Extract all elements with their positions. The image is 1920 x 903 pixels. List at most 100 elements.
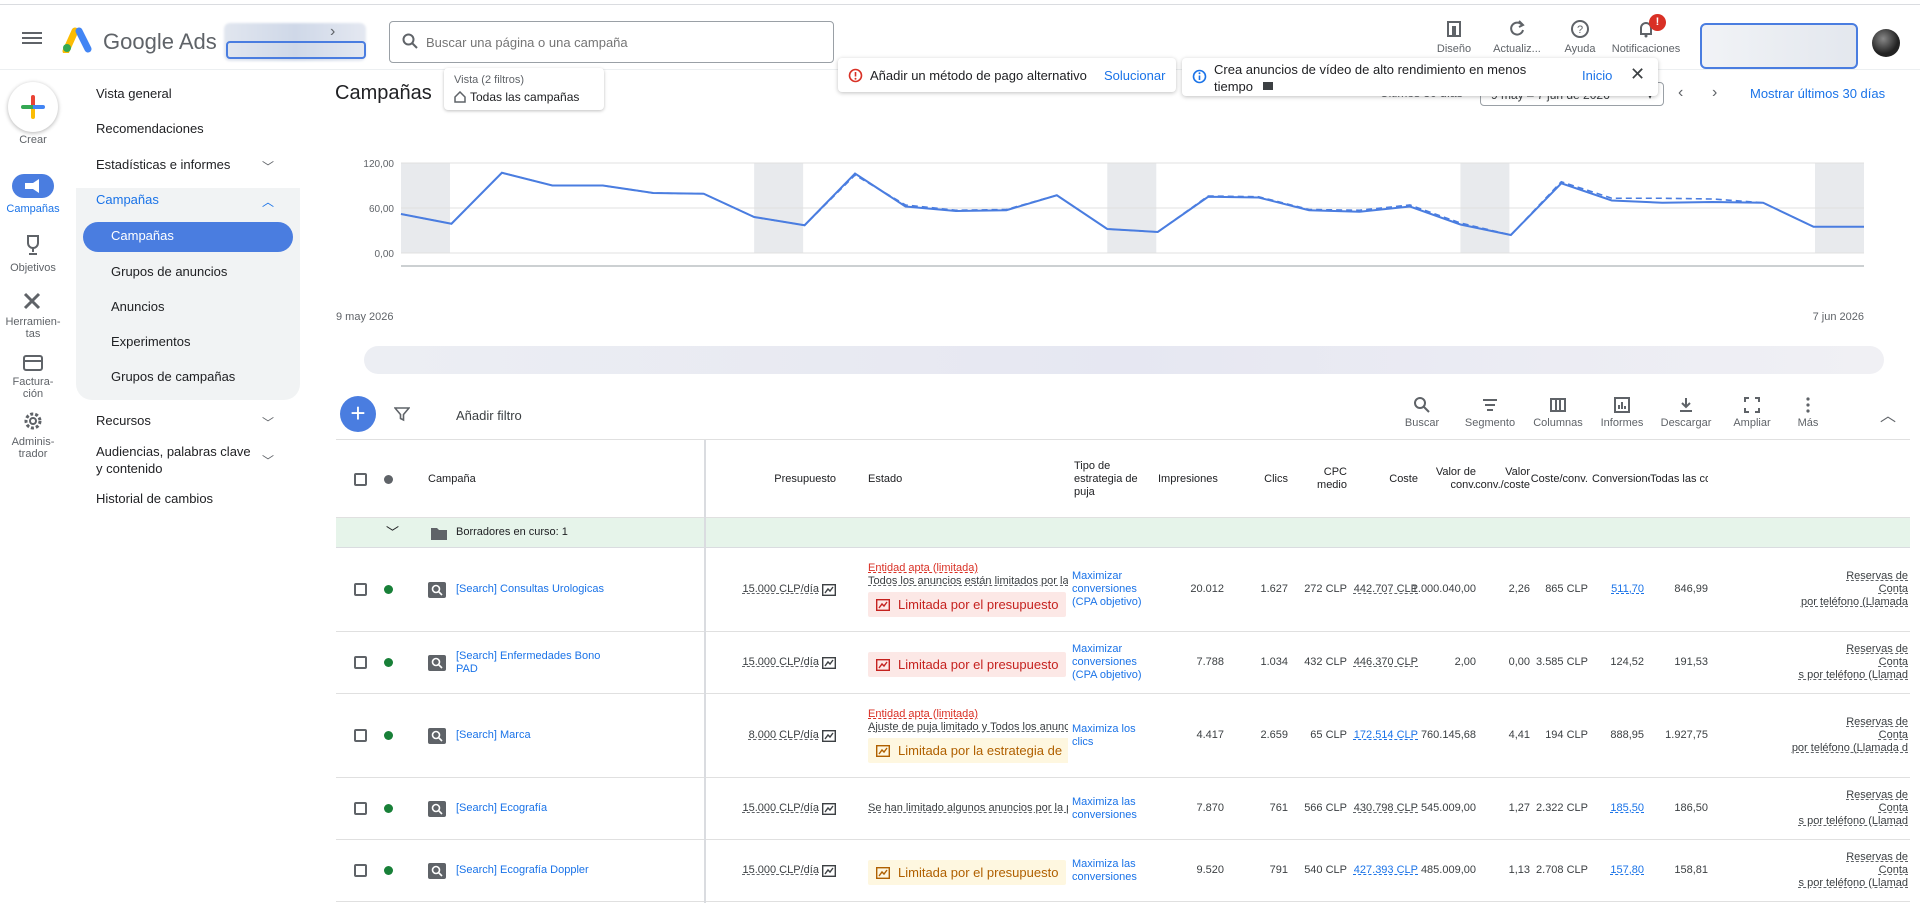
conversion-action-1[interactable]: Reservas de [1846,570,1908,583]
grid-search-button[interactable]: Buscar [1390,396,1454,429]
col-cost[interactable]: Coste [1348,440,1418,518]
account-info[interactable] [1700,23,1858,69]
nav-sub-campaign-groups[interactable]: Grupos de campañas [111,369,235,384]
conversions-value[interactable]: 157,80 [1592,840,1644,901]
cost-value[interactable]: 172.514 CLP [1348,694,1418,777]
nav-audiences[interactable]: Audiencias, palabras clave y contenido [96,443,256,477]
cost-value[interactable]: 427.393 CLP [1348,840,1418,901]
budget-value[interactable]: 15.000 CLP/día [742,864,818,877]
table-row[interactable]: [Search] Consultas Urologicas 15.000 CLP/… [336,548,1910,632]
rail-campaigns-label[interactable]: Campañas [0,203,66,215]
status-header-icon[interactable] [384,474,393,484]
avatar[interactable] [1872,29,1900,57]
start-link[interactable]: Inicio [1582,68,1612,83]
status-title[interactable]: Entidad apta (limitada) [868,562,978,575]
bid-strategy-link[interactable]: Maximizar conversiones (CPA objetivo) [1072,632,1150,693]
enabled-status-dot[interactable] [384,866,393,875]
view-selector[interactable]: Vista (2 filtros) Todas las campañas [444,68,604,110]
chevron-up-icon[interactable]: ︿ [262,193,274,210]
col-avg-cpc[interactable]: CPC medio [1291,440,1347,518]
bid-strategy-link[interactable]: Maximizar conversiones (CPA objetivo) [1072,548,1150,631]
conversion-action-3[interactable]: s por teléfono (Llamad [1799,815,1908,828]
status-title[interactable]: Entidad apta (limitada) [868,708,978,721]
refresh-button[interactable]: Actualiz... [1487,19,1547,55]
col-status[interactable]: Estado [868,440,902,518]
search-box[interactable] [389,21,834,63]
nav-sub-ads[interactable]: Anuncios [111,299,164,314]
bid-strategy-link[interactable]: Maximiza las conversiones [1072,778,1150,839]
campaign-name-link[interactable]: [Search] Marca [456,694,606,777]
chevron-down-icon[interactable]: ﹀ [386,518,399,547]
nav-sub-campaigns[interactable]: Campañas [111,228,174,243]
col-campaign[interactable]: Campaña [428,440,476,518]
chevron-right-icon[interactable]: › [330,23,335,41]
trophy-icon[interactable] [19,234,47,256]
conversions-value[interactable]: 888,95 [1592,694,1644,777]
create-button[interactable] [8,82,58,132]
limited-status-chip[interactable]: Limitada por el presupuesto [868,592,1067,617]
drafts-row[interactable]: ﹀ Borradores en curso: 1 [336,518,1910,548]
conversion-action-3[interactable]: s por teléfono (Llamad [1799,669,1908,682]
col-conv-value-cost[interactable]: Valor conv./coste [1475,440,1530,518]
nav-sub-ad-groups[interactable]: Grupos de anuncios [111,264,227,279]
col-bid-strategy[interactable]: Tipo de estrategia de puja [1074,440,1148,518]
conversion-action-1[interactable]: Reservas de [1846,789,1908,802]
limited-status-chip[interactable]: Limitada por la estrategia de [868,738,1068,763]
rail-admin-label[interactable]: Adminis- trador [0,436,66,460]
conversions-value[interactable]: 124,52 [1592,632,1644,693]
budget-chart-icon[interactable] [822,802,836,815]
table-row[interactable]: [Search] Marca 8.000 CLP/día Entidad apta… [336,694,1910,778]
nav-sub-experiments[interactable]: Experimentos [111,334,190,349]
col-impressions[interactable]: Impresiones [1158,440,1224,518]
fix-link[interactable]: Solucionar [1104,68,1165,83]
add-filter-button[interactable]: Añadir filtro [456,408,522,423]
enabled-status-dot[interactable] [384,804,393,813]
col-clicks[interactable]: Clics [1226,440,1288,518]
cost-value[interactable]: 446.370 CLP [1348,632,1418,693]
conversion-action-3[interactable]: por teléfono (Llamada [1801,596,1908,609]
help-button[interactable]: ? Ayuda [1550,19,1610,55]
budget-chart-icon[interactable] [822,583,836,596]
bid-strategy-link[interactable]: Maximiza las conversiones [1072,840,1150,901]
row-checkbox[interactable] [354,802,367,815]
conversion-action-2[interactable]: Conta [1879,729,1908,742]
expand-button[interactable]: Ampliar [1720,396,1784,429]
budget-value[interactable]: 8.000 CLP/día [749,729,819,742]
status-detail[interactable]: Ajuste de puja limitado y Todos los anun… [868,721,1068,734]
status-detail[interactable]: Todos los anuncios están limitados por l… [868,575,1068,588]
enabled-status-dot[interactable] [384,585,393,594]
conversion-action-2[interactable]: Conta [1879,583,1908,596]
cost-value[interactable]: 442.707 CLP [1348,548,1418,631]
limited-status-chip[interactable]: Limitada por el presupuesto [868,860,1067,885]
col-budget[interactable]: Presupuesto [716,440,836,518]
nav-history[interactable]: Historial de cambios [96,491,213,506]
conversions-value[interactable]: 511,70 [1592,548,1644,631]
status-detail[interactable]: Se han limitado algunos anuncios por la … [868,802,1068,815]
conversion-action-3[interactable]: s por teléfono (Llamad [1799,877,1908,890]
filter-icon[interactable] [394,406,410,422]
campaign-name-link[interactable]: [Search] Ecografía [456,778,606,839]
select-all-checkbox[interactable] [354,472,367,486]
close-icon[interactable]: ✕ [1630,64,1645,85]
budget-value[interactable]: 15.000 CLP/día [742,802,818,815]
download-button[interactable]: Descargar [1654,396,1718,429]
limited-status-chip[interactable]: Limitada por el presupuesto [868,652,1067,677]
col-conversions[interactable]: Conversiones [1592,440,1650,518]
row-checkbox[interactable] [354,864,367,877]
show-last-30-days-link[interactable]: Mostrar últimos 30 días [1750,86,1885,101]
conversion-action-1[interactable]: Reservas de [1846,851,1908,864]
campaign-name-link[interactable]: [Search] Ecografía Doppler [456,840,606,901]
billing-icon[interactable] [19,352,47,374]
budget-value[interactable]: 15.000 CLP/día [742,656,818,669]
tools-icon[interactable] [19,290,47,312]
campaign-name-link[interactable]: [Search] Consultas Urologicas [456,548,606,631]
gear-icon[interactable] [19,410,47,432]
budget-chart-icon[interactable] [822,656,836,669]
col-all-conversions[interactable]: Todas las conversiones [1650,440,1708,518]
search-input[interactable] [426,32,816,52]
conversion-action-1[interactable]: Reservas de [1846,643,1908,656]
row-checkbox[interactable] [354,656,367,669]
conversion-action-3[interactable]: por teléfono (Llamada d [1792,742,1908,755]
budget-chart-icon[interactable] [822,729,836,742]
row-checkbox[interactable] [354,729,367,742]
